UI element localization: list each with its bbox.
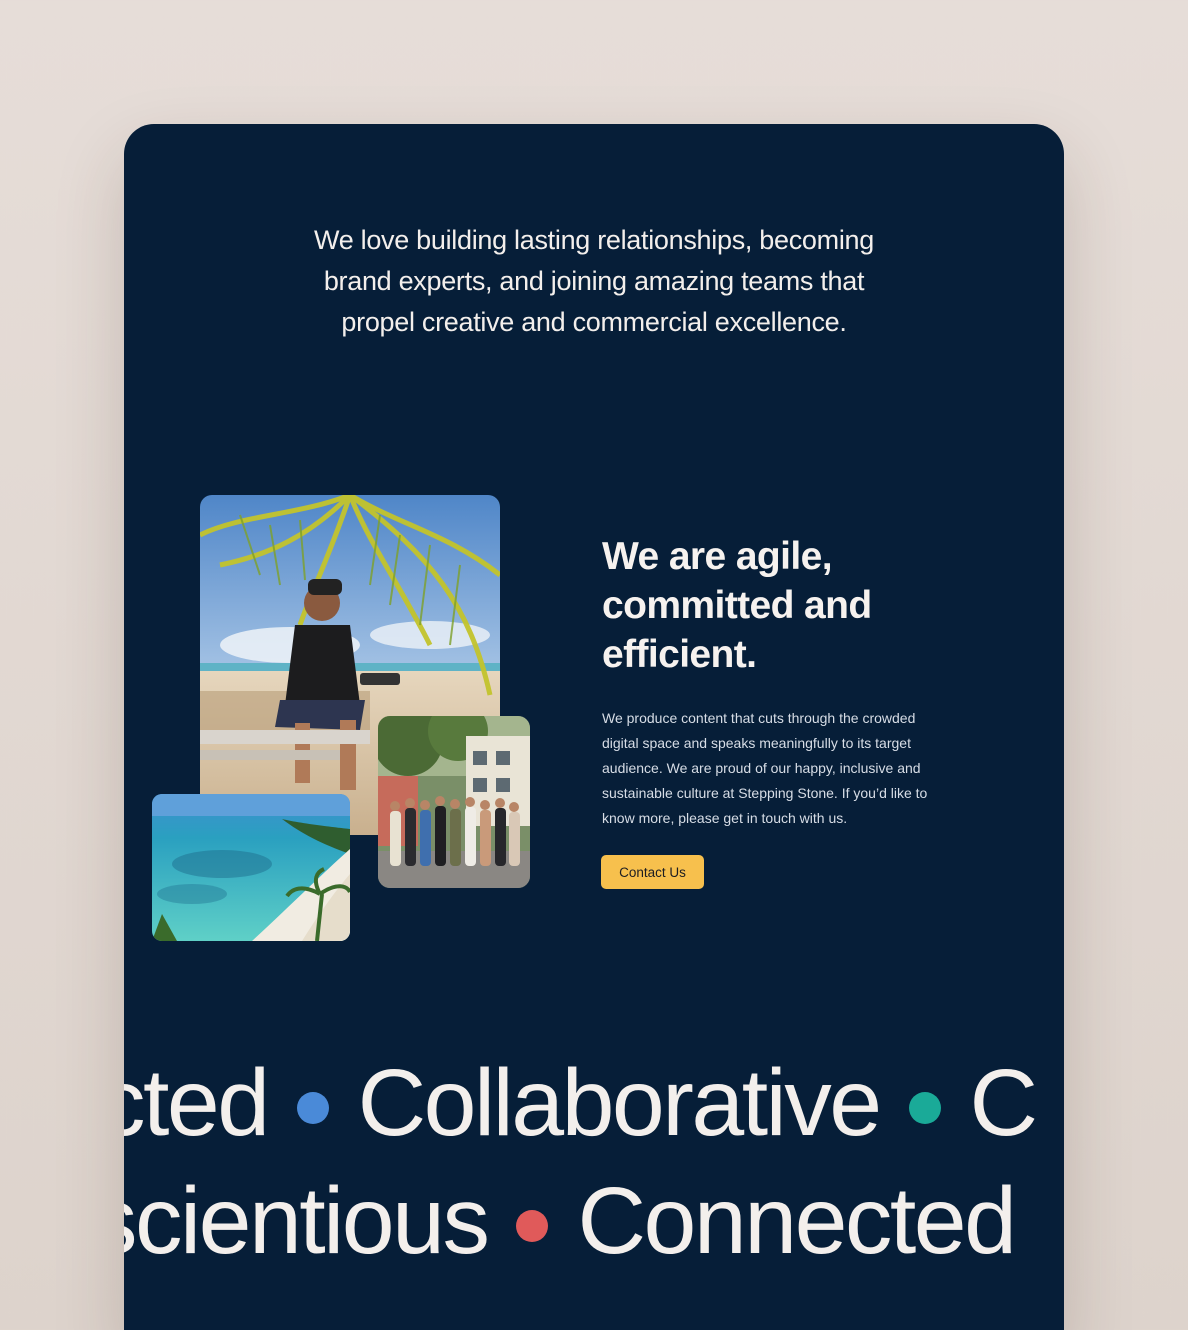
ticker-word: Collaborative	[357, 1050, 882, 1156]
about-card: We love building lasting relationships, …	[124, 124, 1064, 1330]
intro-statement: We love building lasting relationships, …	[314, 225, 874, 337]
section-body: We produce content that cuts through the…	[602, 710, 928, 826]
section-heading: We are agile, committed and efficient.	[602, 535, 872, 676]
values-ticker-row-2: scientious Connected	[124, 1168, 1017, 1274]
ticker-word: cted	[124, 1050, 270, 1156]
ticker-dot-blue	[296, 1091, 329, 1124]
ticker-word: Connected	[577, 1168, 1017, 1274]
ticker-dot-teal	[908, 1091, 941, 1124]
ticker-word: scientious	[124, 1168, 490, 1274]
contact-us-button[interactable]: Contact Us	[601, 855, 704, 889]
values-ticker-row-1: cted Collaborative C	[124, 1050, 1039, 1156]
team-group-photo	[378, 716, 530, 888]
ticker-dot-red	[516, 1209, 549, 1242]
ticker-word: C	[969, 1050, 1039, 1156]
beach-aerial-photo	[152, 794, 350, 941]
